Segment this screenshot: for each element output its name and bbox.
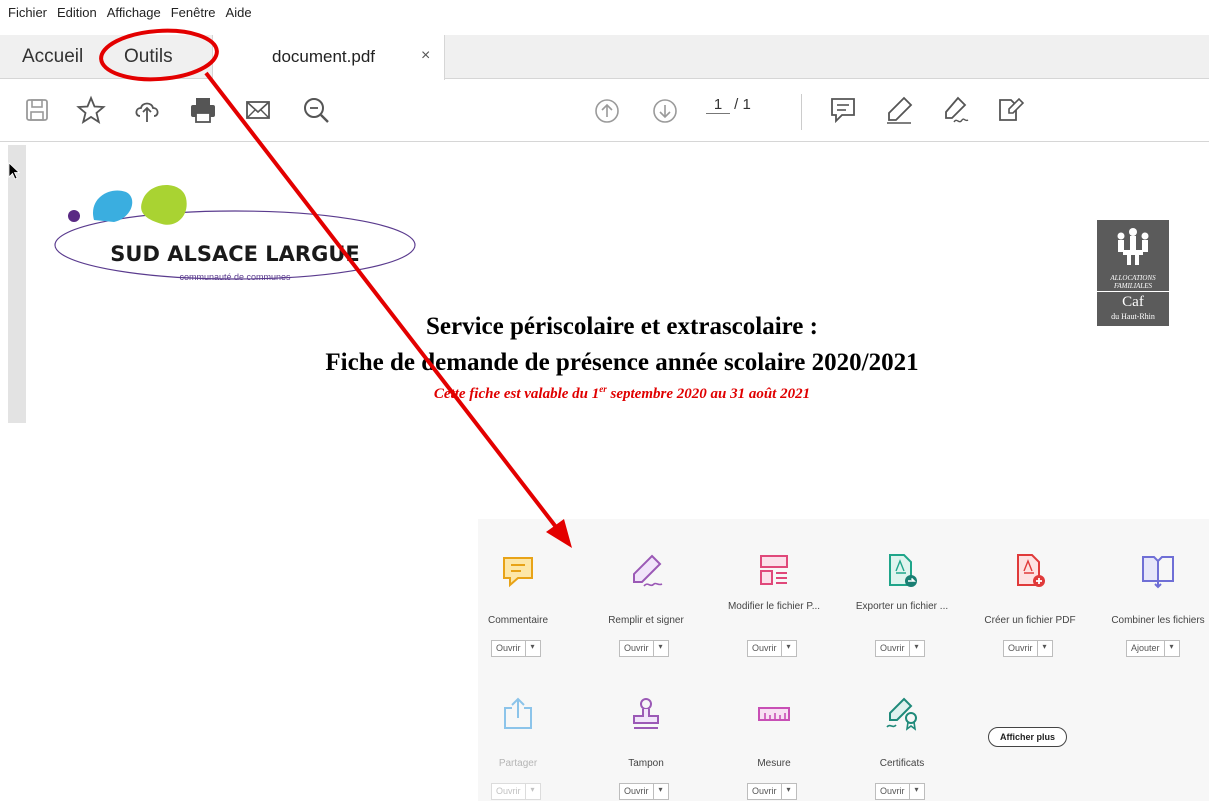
tab-accueil[interactable]: Accueil: [22, 35, 83, 79]
open-button[interactable]: Ouvrir ▾: [747, 783, 797, 800]
logo-name: SUD ALSACE LARGUE: [110, 242, 359, 266]
open-button[interactable]: Ouvrir ▾: [491, 640, 541, 657]
open-label: Ouvrir: [1004, 641, 1038, 656]
sign-icon[interactable]: [940, 95, 970, 125]
chevron-down-icon[interactable]: ▾: [782, 641, 796, 656]
menu-fenetre[interactable]: Fenêtre: [171, 5, 216, 20]
caf-line1: ALLOCATIONS: [1110, 274, 1156, 282]
print-icon[interactable]: [188, 95, 218, 125]
open-label: Ouvrir: [620, 784, 654, 799]
tool-label: Combiner les fichiers: [1111, 615, 1205, 626]
open-label: Ouvrir: [492, 641, 526, 656]
sud-alsace-largue-logo: SUD ALSACE LARGUE communauté de communes: [54, 184, 416, 282]
acrobat-window: { "menu": { "items": ["Fichier", "Editio…: [0, 0, 1209, 801]
chevron-down-icon[interactable]: ▾: [910, 784, 924, 799]
page-indicator: 1 / 1: [706, 96, 751, 114]
close-tab-icon[interactable]: ×: [421, 47, 430, 65]
email-icon[interactable]: [243, 95, 273, 125]
chevron-down-icon[interactable]: ▾: [910, 641, 924, 656]
page-total: / 1: [734, 96, 751, 113]
chevron-down-icon[interactable]: ▾: [526, 641, 540, 656]
cloud-upload-icon[interactable]: [132, 95, 162, 125]
open-label: Ouvrir: [492, 784, 526, 799]
fill-sign-icon[interactable]: [995, 95, 1025, 125]
caf-allocations-text: ALLOCATIONS FAMILIALES: [1097, 274, 1169, 290]
tab-document[interactable]: document.pdf ×: [212, 35, 445, 80]
menu-fichier[interactable]: Fichier: [8, 5, 47, 20]
subtitle-sup: er: [599, 384, 607, 394]
combine-files-tool-icon: [1142, 556, 1174, 589]
caf-divider: [1097, 291, 1169, 292]
open-label: Ouvrir: [620, 641, 654, 656]
open-button[interactable]: Ouvrir ▾: [747, 640, 797, 657]
menu-edition[interactable]: Edition: [57, 5, 97, 20]
caf-line2: FAMILIALES: [1114, 282, 1152, 290]
tab-outils[interactable]: Outils: [124, 35, 173, 79]
page-current-input[interactable]: 1: [706, 96, 730, 114]
open-label: Ouvrir: [876, 784, 910, 799]
comment-tool-icon: [503, 557, 533, 588]
subtitle-part1: Cette fiche est valable du 1: [433, 386, 600, 402]
highlight-pen-icon[interactable]: [884, 95, 914, 125]
fill-sign-tool-icon: [633, 554, 663, 587]
add-button[interactable]: Ajouter ▾: [1126, 640, 1180, 657]
tool-label: Remplir et signer: [608, 615, 684, 626]
bookmark-star-icon[interactable]: [76, 95, 106, 125]
toolbar-separator: [801, 94, 802, 130]
open-button[interactable]: Ouvrir ▾: [491, 783, 541, 800]
tab-bar: Accueil Outils document.pdf ×: [0, 35, 1209, 80]
navigation-pane-strip[interactable]: [8, 145, 26, 423]
mouse-cursor-icon: [8, 162, 21, 180]
stamp-tool-icon: [633, 698, 659, 729]
chevron-down-icon[interactable]: ▾: [1038, 641, 1052, 656]
add-label: Ajouter: [1127, 641, 1165, 656]
open-button[interactable]: Ouvrir ▾: [619, 783, 669, 800]
create-pdf-tool-icon: [1017, 554, 1045, 587]
export-pdf-tool-icon: [889, 554, 917, 587]
menu-affichage[interactable]: Affichage: [107, 5, 161, 20]
next-page-icon[interactable]: [650, 96, 680, 126]
chevron-down-icon[interactable]: ▾: [654, 784, 668, 799]
chevron-down-icon[interactable]: ▾: [782, 784, 796, 799]
open-button[interactable]: Ouvrir ▾: [619, 640, 669, 657]
tool-label: Certificats: [879, 758, 925, 769]
share-tool-icon: [504, 697, 532, 729]
zoom-search-icon[interactable]: [301, 95, 331, 125]
chevron-down-icon[interactable]: ▾: [654, 641, 668, 656]
open-button[interactable]: Ouvrir ▾: [875, 783, 925, 800]
document-title-line1: Service périscolaire et extrascolaire :: [426, 313, 818, 340]
chevron-down-icon[interactable]: ▾: [526, 784, 540, 799]
caf-name: Caf: [1122, 294, 1144, 310]
comment-icon[interactable]: [828, 95, 858, 125]
open-button[interactable]: Ouvrir ▾: [875, 640, 925, 657]
document-subtitle: Cette fiche est valable du 1er septembre…: [0, 384, 1209, 403]
save-icon[interactable]: [22, 95, 52, 125]
open-button[interactable]: Ouvrir ▾: [1003, 640, 1053, 657]
edit-pdf-tool-icon: [760, 555, 788, 585]
certificates-tool-icon: [886, 697, 917, 731]
open-label: Ouvrir: [748, 641, 782, 656]
caf-figures-icon: [1117, 228, 1149, 265]
open-label: Ouvrir: [876, 641, 910, 656]
chevron-down-icon[interactable]: ▾: [1165, 641, 1179, 656]
document-title-line2: Fiche de demande de présence année scola…: [325, 349, 919, 376]
menu-aide[interactable]: Aide: [226, 5, 252, 20]
tab-document-title: document.pdf: [272, 47, 376, 66]
previous-page-icon[interactable]: [592, 96, 622, 126]
measure-tool-icon: [758, 707, 790, 721]
open-label: Ouvrir: [748, 784, 782, 799]
show-more-button[interactable]: Afficher plus: [988, 727, 1067, 747]
menu-bar: Fichier Edition Affichage Fenêtre Aide: [0, 0, 1209, 24]
tool-label: Exporter un fichier ...: [855, 601, 949, 612]
caf-logo: ALLOCATIONS FAMILIALES Caf du Haut-Rhin: [1097, 220, 1169, 326]
subtitle-part2: septembre 2020 au 31 août 2021: [606, 386, 811, 402]
logo-subtitle: communauté de communes: [179, 272, 291, 282]
